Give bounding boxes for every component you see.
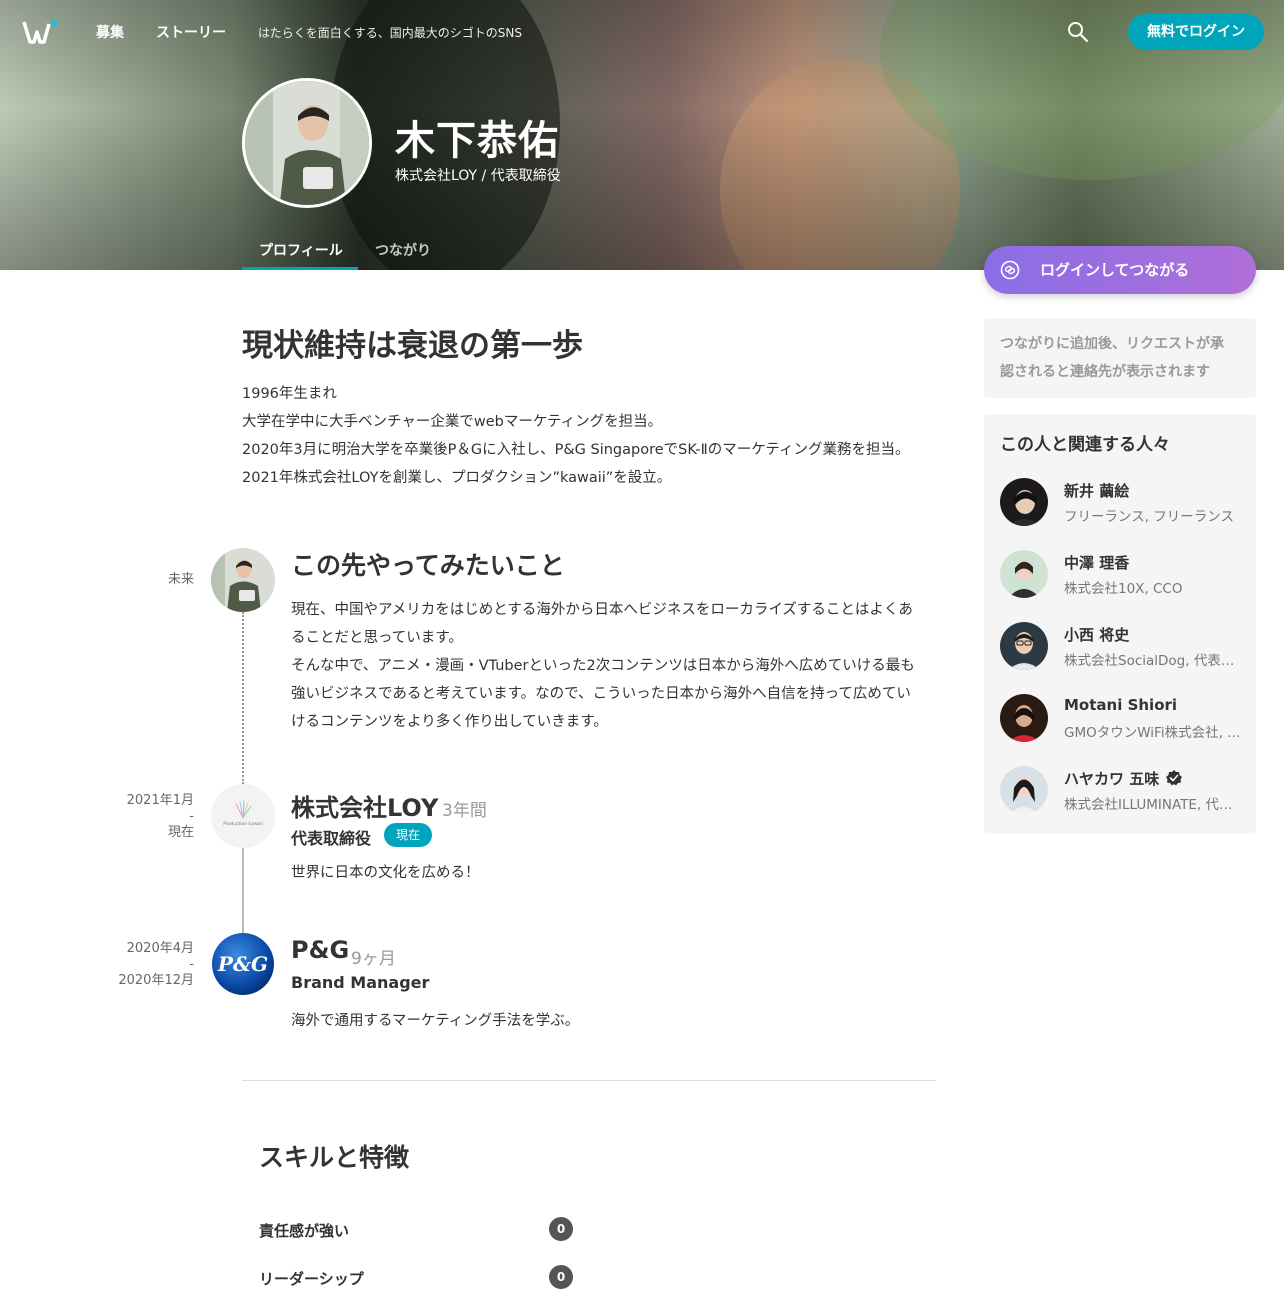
skill-item[interactable]: リーダーシップ 0 [259,1265,579,1291]
person-name: 新井 繭絵 [1064,482,1130,500]
nav-story[interactable]: ストーリー [156,22,226,42]
job-description: 海外で通用するマーケティング手法を学ぶ。 [291,1013,580,1029]
person-affiliation: フリーランス, フリーランス [1064,509,1235,525]
person-name: 木下恭佑 [395,118,559,164]
job-role: 代表取締役 [291,829,372,848]
skill-label: 責任感が強い [259,1222,350,1240]
person-name: Motani Shiori [1064,696,1178,714]
related-title: この人と関連する人々 [1000,435,1170,455]
bio: 1996年生まれ 大学在学中に大手ベンチャー企業でwebマーケティングを担当。 … [242,380,942,492]
current-badge: 現在 [384,823,432,847]
related-person[interactable]: 新井 繭絵 フリーランス, フリーランス [1000,478,1246,528]
related-person[interactable]: Motani Shiori GMOタウンWiFi株式会社, 広報 [1000,694,1246,744]
future-title: この先やってみたいこと [291,551,565,580]
avatar [1000,550,1048,598]
company-duration: 9ヶ月 [351,949,396,969]
connect-icon [1000,260,1020,280]
job-date-separator: - [189,809,194,824]
job-role: Brand Manager [291,973,430,992]
avatar [1000,766,1048,814]
person-name-text: ハヤカワ 五味 [1064,770,1160,788]
person-affiliation: GMOタウンWiFi株式会社, 広報 [1064,725,1244,741]
profile-headline: 現状維持は衰退の第一歩 [242,328,583,364]
wantedly-logo-icon[interactable] [22,18,58,46]
job-date: 2021年1月 - 現在 [0,793,194,841]
future-text-line: 現在、中国やアメリカをはじめとする海外から日本へビジネスをローカライズすることは… [291,602,913,618]
person-affiliation: 株式会社ILLUMINATE, 代表取締役 [1064,797,1244,813]
job-date-separator: - [189,957,194,972]
section-divider [242,1080,936,1081]
login-button[interactable]: 無料でログイン [1128,14,1264,50]
avatar [1000,622,1048,670]
company-logo-loy[interactable]: Production kawaii [211,784,275,848]
job-date-end: 2020年12月 [118,973,194,988]
skill-label: リーダーシップ [259,1270,364,1288]
skill-count[interactable]: 0 [549,1217,573,1241]
person-name: ハヤカワ 五味 [1064,768,1183,789]
avatar [1000,478,1048,526]
bio-line: 2021年株式会社LOYを創業し、プロダクション”kawaii”を設立。 [242,470,672,486]
timeline-dotted-line [242,612,244,784]
connection-notice: つながりに追加後、リクエストが承 認されると連絡先が表示されます [984,318,1256,398]
connect-label: ログインしてつながる [1040,261,1190,279]
job-description: 世界に日本の文化を広める！ [291,865,480,881]
person-name: 中澤 理香 [1064,554,1130,572]
bio-line: 1996年生まれ [242,386,337,402]
company-name[interactable]: 株式会社LOY [291,788,438,823]
skills-title: スキルと特徴 [259,1143,410,1172]
verified-badge-icon [1166,770,1183,786]
job-date: 2020年4月 - 2020年12月 [0,941,194,989]
bio-line: 2020年3月に明治大学を卒業後P＆Gに入社し、P&G SingaporeでSK… [242,442,910,458]
future-avatar [211,548,275,612]
tagline: はたらくを面白くする、国内最大のシゴトのSNS [258,26,522,40]
person-affiliation: 株式会社SocialDog, 代表取締役 [1064,653,1244,669]
tab-connections[interactable]: つながり [375,240,431,260]
skill-item[interactable]: 責任感が強い 0 [259,1217,579,1243]
company-name[interactable]: P&G [291,936,349,964]
future-date: 未来 [167,572,194,587]
related-person[interactable]: 小西 将史 株式会社SocialDog, 代表取締役 [1000,622,1246,672]
future-text-line: ることだと思っています。 [291,630,463,646]
future-text-line: けるコンテンツをより多く作り出していきます。 [291,714,608,730]
related-person[interactable]: 中澤 理香 株式会社10X, CCO [1000,550,1246,600]
future-text-line: 強いビジネスであると考えています。なので、こういった日本から海外へ自信を持って広… [291,686,911,702]
company-duration: 3年間 [442,801,487,821]
future-text: 現在、中国やアメリカをはじめとする海外から日本へビジネスをローカライズすることは… [291,596,941,736]
person-affiliation: 株式会社10X, CCO [1064,581,1183,597]
active-tab-indicator [242,267,358,270]
job-date-start: 2021年1月 [126,793,194,808]
job-date-end: 現在 [167,825,194,840]
job-date-start: 2020年4月 [126,941,194,956]
bio-line: 大学在学中に大手ベンチャー企業でwebマーケティングを担当。 [242,414,663,430]
timeline-line [242,848,244,934]
company-logo-pg[interactable]: P&G [211,932,275,996]
person-title: 株式会社LOY / 代表取締役 [395,168,561,184]
pg-logo-text: P&G [217,952,268,976]
skill-count[interactable]: 0 [549,1265,573,1289]
future-text-line: そんな中で、アニメ・漫画・VTuberといった2次コンテンツは日本から海外へ広め… [291,658,915,674]
search-icon[interactable] [1066,20,1090,44]
person-name: 小西 将史 [1064,626,1130,644]
profile-avatar [242,78,372,208]
tab-profile[interactable]: プロフィール [259,240,343,260]
notice-line: つながりに追加後、リクエストが承 [1000,336,1224,352]
notice-line: 認されると連絡先が表示されます [1000,364,1210,380]
avatar [1000,694,1048,742]
loy-logo-subtext: Production kawaii [223,821,263,827]
related-people-panel: この人と関連する人々 新井 繭絵 フリーランス, フリーランス 中澤 理香 株式… [984,414,1256,834]
related-person[interactable]: ハヤカワ 五味 株式会社ILLUMINATE, 代表取締役 [1000,766,1246,816]
login-to-connect-button[interactable]: ログインしてつながる [984,246,1256,294]
nav-recruit[interactable]: 募集 [96,22,124,42]
